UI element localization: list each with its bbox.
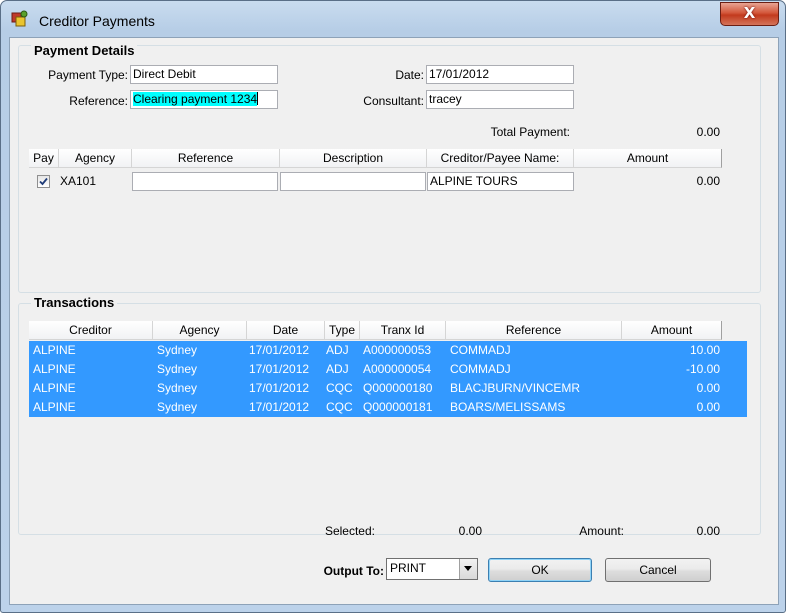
tx-agency: Sydney	[157, 343, 198, 357]
transactions-title: Transactions	[31, 295, 118, 310]
col-header-creditor-payee[interactable]: Creditor/Payee Name:	[427, 149, 574, 168]
payment-type-field[interactable]: Direct Debit	[130, 65, 278, 84]
col-header-reference[interactable]: Reference	[132, 149, 280, 168]
tx-col-type[interactable]: Type	[325, 321, 360, 340]
tx-creditor: ALPINE	[33, 400, 76, 414]
chevron-down-icon[interactable]	[459, 559, 477, 579]
payment-description-input[interactable]	[280, 172, 426, 191]
col-header-amount[interactable]: Amount	[574, 149, 722, 168]
tx-type: ADJ	[326, 362, 349, 376]
selected-label: Selected:	[324, 524, 375, 538]
transaction-row[interactable]: ALPINE Sydney 17/01/2012 ADJ A000000053 …	[29, 341, 747, 360]
tx-tranx-id: A000000054	[363, 362, 432, 376]
tx-tranx-id: Q000000180	[363, 381, 433, 395]
cancel-button[interactable]: Cancel	[605, 558, 711, 582]
tx-tranx-id: A000000053	[363, 343, 432, 357]
tx-col-date[interactable]: Date	[247, 321, 325, 340]
reference-label: Reference:	[69, 94, 128, 108]
col-header-agency[interactable]: Agency	[59, 149, 132, 168]
output-to-label: Output To:	[323, 564, 384, 578]
tx-col-agency[interactable]: Agency	[153, 321, 247, 340]
text-caret	[257, 92, 259, 105]
close-button[interactable]: X	[720, 2, 779, 26]
tx-amount: 0.00	[696, 381, 720, 395]
tx-date: 17/01/2012	[249, 362, 310, 376]
tx-date: 17/01/2012	[249, 343, 310, 357]
checkmark-icon	[39, 177, 48, 186]
window-title: Creditor Payments	[39, 13, 155, 29]
dialog-body: Payment Details Payment Type: Direct Deb…	[9, 37, 779, 605]
tx-reference: BOARS/MELISSAMS	[450, 400, 566, 414]
output-to-select[interactable]: PRINT	[386, 558, 478, 580]
pay-checkbox[interactable]	[37, 175, 50, 188]
consultant-field[interactable]: tracey	[426, 90, 574, 109]
tx-type: CQC	[326, 381, 353, 395]
tx-creditor: ALPINE	[33, 343, 76, 357]
close-icon: X	[743, 4, 756, 22]
col-header-pay[interactable]: Pay	[29, 149, 59, 168]
amount-total-value: 0.00	[696, 524, 720, 538]
total-payment-value: 0.00	[696, 125, 720, 139]
consultant-label: Consultant:	[363, 94, 424, 108]
tx-agency: Sydney	[157, 362, 198, 376]
tx-col-reference[interactable]: Reference	[446, 321, 622, 340]
transaction-row[interactable]: ALPINE Sydney 17/01/2012 CQC Q000000180 …	[29, 379, 747, 398]
date-field[interactable]: 17/01/2012	[426, 65, 574, 84]
date-label: Date:	[395, 68, 424, 82]
tx-creditor: ALPINE	[33, 381, 76, 395]
tx-col-tranx-id[interactable]: Tranx Id	[360, 321, 446, 340]
total-payment-label: Total Payment:	[490, 125, 570, 139]
transaction-row[interactable]: ALPINE Sydney 17/01/2012 ADJ A000000054 …	[29, 360, 747, 379]
tx-date: 17/01/2012	[249, 400, 310, 414]
tx-reference: COMMADJ	[450, 343, 511, 357]
payment-reference-input[interactable]	[132, 172, 278, 191]
reference-value: Clearing payment 1234	[133, 92, 258, 106]
tx-col-creditor[interactable]: Creditor	[29, 321, 153, 340]
transaction-row[interactable]: ALPINE Sydney 17/01/2012 CQC Q000000181 …	[29, 398, 747, 417]
amount-label: Amount:	[579, 524, 624, 538]
tx-reference: BLACJBURN/VINCEMR	[450, 381, 581, 395]
tx-type: CQC	[326, 400, 353, 414]
output-to-value: PRINT	[390, 561, 426, 575]
payment-creditor-input[interactable]: ALPINE TOURS	[427, 172, 574, 191]
payment-agency-cell: XA101	[60, 174, 97, 188]
creditor-payments-window: Creditor Payments X Payment Details Paym…	[0, 0, 786, 613]
tx-tranx-id: Q000000181	[363, 400, 433, 414]
payment-amount-cell: 0.00	[696, 174, 720, 188]
tx-agency: Sydney	[157, 381, 198, 395]
selected-value: 0.00	[458, 524, 482, 538]
tx-type: ADJ	[326, 343, 349, 357]
payment-type-label: Payment Type:	[48, 68, 128, 82]
ok-button[interactable]: OK	[488, 558, 592, 582]
tx-amount: 10.00	[689, 343, 720, 357]
creditor-app-icon	[11, 10, 29, 28]
payment-details-title: Payment Details	[31, 43, 138, 58]
tx-agency: Sydney	[157, 400, 198, 414]
tx-amount: -10.00	[685, 362, 720, 376]
tx-amount: 0.00	[696, 400, 720, 414]
tx-col-amount[interactable]: Amount	[622, 321, 722, 340]
col-header-description[interactable]: Description	[280, 149, 427, 168]
tx-creditor: ALPINE	[33, 362, 76, 376]
tx-reference: COMMADJ	[450, 362, 511, 376]
reference-field[interactable]: Clearing payment 1234	[130, 90, 278, 109]
title-bar[interactable]: Creditor Payments X	[1, 1, 785, 39]
tx-date: 17/01/2012	[249, 381, 310, 395]
